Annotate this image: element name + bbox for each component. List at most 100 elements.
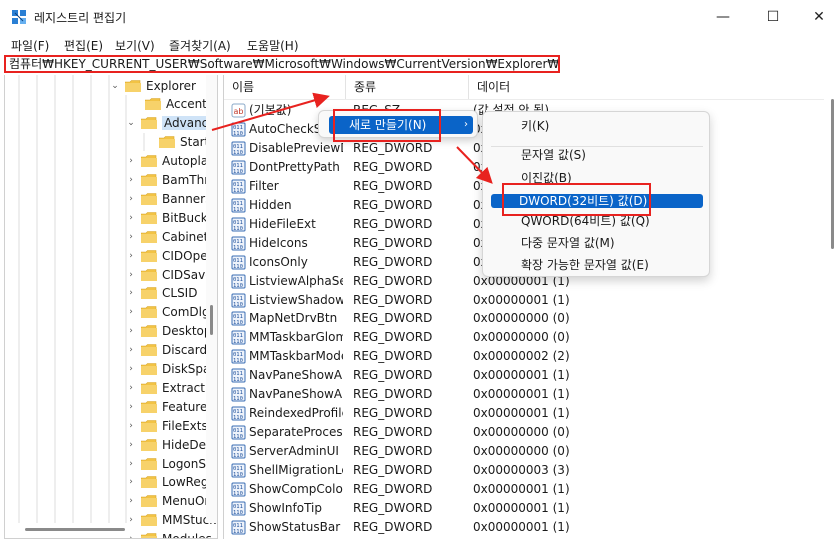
tree-expander-icon[interactable]: › [125, 156, 137, 166]
tree-expander-icon[interactable]: › [125, 477, 137, 487]
annotation-box-new [333, 109, 441, 142]
tree-expander-icon[interactable]: › [125, 383, 137, 393]
tree-expander-icon[interactable]: ⌄ [125, 118, 137, 128]
value-type: REG_DWORD [353, 387, 433, 402]
tree-expander-icon[interactable]: › [125, 459, 137, 469]
tree-expander-icon[interactable]: › [125, 364, 137, 374]
column-header-data[interactable]: 데이터 [469, 75, 824, 99]
table-row[interactable]: 011 110 ListviewShadow REG_DWORD 0x00000001 … [224, 291, 824, 310]
folder-icon [141, 268, 157, 281]
tree-item[interactable]: ›BamThrottling [125, 171, 217, 190]
table-row[interactable]: 011 110 ServerAdminUI REG_DWORD 0x00000000 (… [224, 442, 824, 461]
close-button[interactable]: ✕ [796, 0, 838, 34]
tree-item[interactable]: ⌄ Advanced [125, 114, 217, 133]
tree-item[interactable]: › CIDOpen [125, 246, 215, 265]
tree-expander-icon[interactable]: › [125, 251, 137, 261]
minimize-button[interactable]: — [700, 0, 746, 34]
tree-item[interactable]: ›HideDesktopIcons [125, 435, 217, 454]
tree-item[interactable]: › Autoplay [125, 152, 215, 171]
submenu-item[interactable]: 확장 가능한 문자열 값(E) [491, 256, 703, 275]
tree-expander-icon[interactable]: › [125, 175, 137, 185]
tree-item[interactable]: ›LogonStats [125, 454, 217, 473]
svg-text:110: 110 [233, 131, 243, 137]
tree-expander-icon[interactable]: › [125, 421, 137, 431]
values-scroll-thumb[interactable] [831, 99, 834, 249]
table-row[interactable]: 011110ShellMigrationLevel REG_DWORD 0x0000… [224, 461, 824, 480]
svg-text:110: 110 [233, 529, 243, 535]
submenu-item[interactable]: 다중 문자열 값(M) [491, 234, 703, 253]
binary-value-icon: 011110 [231, 217, 246, 232]
tree-expander-icon[interactable]: › [125, 496, 137, 506]
table-row[interactable]: 011110NavPaneShowAllCloudStates REG_DWORD… [224, 385, 824, 404]
column-header-type[interactable]: 종류 [346, 75, 469, 99]
value-data: 0x00000000 (0) [473, 330, 570, 345]
tree-item[interactable]: ›Discardable [125, 341, 217, 360]
tree-item[interactable]: › CIDSave [125, 265, 212, 284]
table-row[interactable]: 011110NavPaneShowAllFolders REG_DWORD 0x00… [224, 366, 824, 385]
tree-item[interactable]: ›Extractions [125, 378, 217, 397]
tree-item[interactable]: Accent [129, 95, 207, 114]
tree-expander-icon[interactable]: › [125, 194, 137, 204]
table-row[interactable]: 011 110 ReindexedProfile REG_DWORD 0x0000000… [224, 404, 824, 423]
value-type: REG_DWORD [353, 444, 433, 459]
menu-view[interactable]: 보기(V) [115, 37, 155, 54]
tree-expander-icon[interactable]: › [125, 345, 137, 355]
folder-icon [141, 363, 157, 375]
tree-item[interactable]: › Desktop [125, 322, 211, 341]
tree-expander-icon[interactable]: › [125, 288, 137, 298]
value-data: 0x00000001 (1) [473, 368, 570, 383]
menu-edit[interactable]: 편집(E) [64, 37, 103, 54]
maximize-button[interactable]: ☐ [750, 0, 796, 34]
table-row[interactable]: 011 110 SeparateProcess REG_DWORD 0x00000000… [224, 423, 824, 442]
tree-item[interactable]: › FileExts [125, 416, 208, 435]
tree-expander-icon[interactable]: › [125, 232, 137, 242]
table-row[interactable]: 011 110 MapNetDrvBtn REG_DWORD 0x00000000 (0… [224, 309, 824, 328]
tree-vertical-scrollbar[interactable] [206, 75, 217, 523]
menu-favorites[interactable]: 즐겨찾기(A) [169, 37, 231, 54]
binary-value-icon: 011110 [231, 482, 246, 497]
table-row[interactable]: 011 110 ShowCompColor REG_DWORD 0x00000001 (… [224, 480, 824, 499]
tree-expander-icon[interactable]: › [125, 213, 137, 223]
tree-expander-icon[interactable]: › [125, 440, 137, 450]
tree-item[interactable]: ›MenuOrder [125, 492, 217, 511]
value-type: REG_DWORD [353, 463, 433, 478]
tree-item[interactable]: ›DiskSpace [125, 360, 217, 379]
value-type: REG_DWORD [353, 330, 433, 345]
tree-item[interactable]: ⌄ Explorer [109, 76, 196, 95]
tree-hscroll-thumb[interactable] [25, 528, 125, 531]
table-row[interactable]: 011110MMTaskbarGlomLevel REG_DWORD 0x00000… [224, 328, 824, 347]
address-bar[interactable]: 컴퓨터₩HKEY_CURRENT_USER₩Software₩Microsoft… [4, 55, 560, 73]
tree-scroll-thumb[interactable] [210, 305, 213, 335]
tree-item[interactable]: ›LowRegistry [125, 473, 217, 492]
submenu-item[interactable]: 키(K) [491, 117, 703, 136]
value-data: 0x00000001 (1) [473, 500, 570, 515]
tree-expander-icon[interactable]: ⌄ [109, 81, 121, 91]
tree-item[interactable]: ›FeatureUsage [125, 397, 217, 416]
tree-item[interactable]: ›CabinetState [125, 227, 217, 246]
submenu-item[interactable]: 문자열 값(S) [491, 146, 703, 165]
tree-item[interactable]: › BitBucket [125, 208, 217, 227]
table-row[interactable]: 011 110 ShowStatusBar REG_DWORD 0x00000001 (… [224, 518, 824, 537]
value-name: Filter [249, 178, 279, 193]
menu-file[interactable]: 파일(F) [11, 37, 49, 54]
svg-text:110: 110 [233, 510, 243, 516]
tree-item[interactable]: ›ComDlg32 [125, 303, 217, 322]
column-header-name[interactable]: 이름 [224, 75, 346, 99]
tree-expander-icon[interactable]: › [125, 402, 137, 412]
values-vertical-scrollbar[interactable] [827, 75, 838, 539]
folder-icon [141, 193, 157, 205]
svg-text:110: 110 [233, 245, 243, 251]
menu-help[interactable]: 도움말(H) [247, 37, 299, 54]
table-row[interactable]: 011 110 ShowInfoTip REG_DWORD 0x00000001 (1) [224, 499, 824, 518]
tree-item[interactable]: › CLSID [125, 284, 197, 303]
value-name: ListviewShadow [249, 292, 343, 307]
tree-item[interactable]: ›BannerStore [125, 189, 217, 208]
value-type: REG_DWORD [353, 519, 433, 534]
value-type: REG_DWORD [353, 178, 433, 193]
tree-expander-icon[interactable]: › [125, 270, 137, 280]
folder-icon [141, 155, 157, 168]
tree-expander-icon[interactable]: › [125, 307, 137, 317]
table-row[interactable]: 011 110 MMTaskbarMode REG_DWORD 0x00000002 (… [224, 347, 824, 366]
tree-horizontal-scrollbar[interactable] [5, 523, 206, 537]
tree-expander-icon[interactable]: › [125, 326, 137, 336]
